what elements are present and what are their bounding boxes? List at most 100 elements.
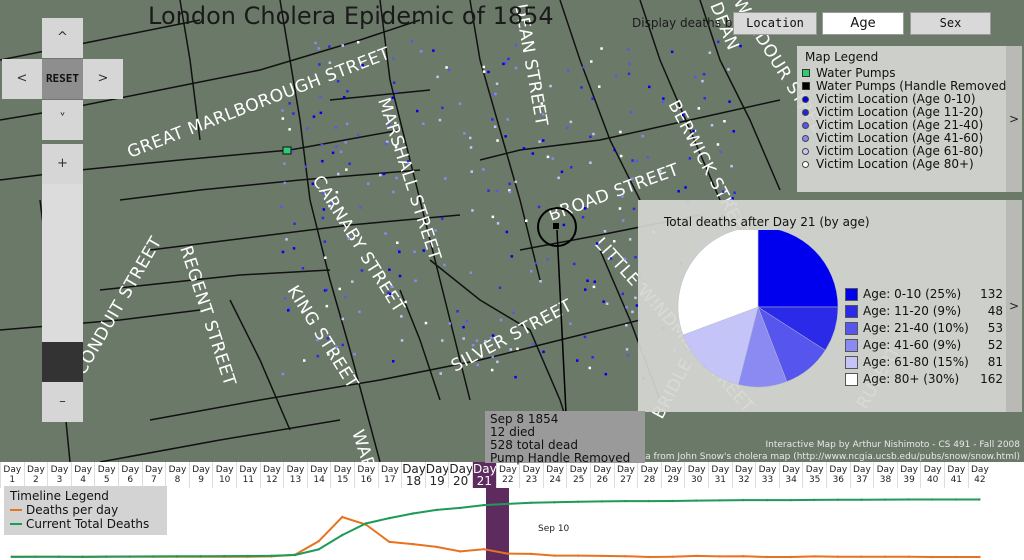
victim-marker xyxy=(341,44,344,47)
day-cell[interactable]: Day 12 xyxy=(259,462,284,488)
pan-down-button[interactable]: ˅ xyxy=(42,100,83,140)
victim-marker xyxy=(281,109,284,112)
day-cell[interactable]: Day 15 xyxy=(330,462,354,488)
day-cell[interactable]: Day 23 xyxy=(519,462,543,488)
victim-marker xyxy=(721,190,725,193)
victim-marker xyxy=(283,162,286,165)
day-cell[interactable]: Day 38 xyxy=(873,462,897,488)
day-cell[interactable]: Day 19 xyxy=(424,462,450,488)
timeline-point xyxy=(270,554,273,557)
victim-marker xyxy=(546,258,549,261)
day-cell[interactable]: Day 31 xyxy=(708,462,732,488)
day-cell[interactable]: Day 8 xyxy=(165,462,189,488)
age-button[interactable]: Age xyxy=(822,12,904,35)
day-cell[interactable]: Day 27 xyxy=(613,462,638,488)
victim-marker xyxy=(471,209,474,212)
timeline-point xyxy=(907,555,910,558)
pie-swatch-icon xyxy=(845,356,858,369)
day-cell[interactable]: Day 25 xyxy=(566,462,590,488)
victim-marker xyxy=(504,61,508,65)
day-cell[interactable]: Day 11 xyxy=(236,462,260,488)
legend-toggle-tab[interactable]: > xyxy=(1006,46,1022,192)
day-cell[interactable]: Day 6 xyxy=(118,462,142,488)
victim-marker xyxy=(407,159,410,163)
victim-marker xyxy=(311,182,315,185)
victim-marker xyxy=(281,117,285,120)
timeline-point xyxy=(789,555,792,559)
day-cell[interactable]: Day 7 xyxy=(141,462,166,488)
victim-marker xyxy=(576,359,579,362)
day-cell[interactable]: Day 35 xyxy=(802,462,826,488)
day-cell[interactable]: Day 5 xyxy=(94,462,118,488)
victim-marker xyxy=(413,250,416,254)
zoom-out-button[interactable]: – xyxy=(42,382,83,422)
pie-value-label: 162 xyxy=(980,372,1003,386)
day-cell[interactable]: Day 4 xyxy=(70,462,95,488)
day-cell[interactable]: Day 20 xyxy=(448,462,473,488)
day-cell[interactable]: Day 17 xyxy=(377,462,402,488)
zoom-slider-handle[interactable] xyxy=(42,342,83,382)
day-cell[interactable]: Day 30 xyxy=(684,462,708,488)
day-cell[interactable]: Day 2 xyxy=(23,462,48,488)
pan-up-button[interactable]: ^ xyxy=(42,18,83,58)
day-cell[interactable]: Day 16 xyxy=(354,462,378,488)
day-cell[interactable]: Day 37 xyxy=(849,462,874,488)
day-cell[interactable]: Day 26 xyxy=(590,462,614,488)
zoom-slider-track[interactable] xyxy=(42,184,83,342)
pie-panel-toggle-tab[interactable]: > xyxy=(1006,200,1022,412)
victim-marker xyxy=(716,143,720,146)
timeline-point xyxy=(411,512,415,515)
victim-marker xyxy=(281,372,285,376)
day-cell[interactable]: Day 9 xyxy=(188,462,213,488)
day-cell[interactable]: Day 42 xyxy=(967,462,992,488)
pie-category-label: Age: 61-80 (15%) xyxy=(863,355,969,369)
day-selector[interactable]: Day 1 Day 2 Day 3 Day 4 Day 5 Day 6 Day 7 Day 8 Day 9 Day 1… xyxy=(0,462,1024,488)
day-cell[interactable]: Day 34 xyxy=(778,462,803,488)
pie-chart-title: Total deaths after Day 21 (by age) xyxy=(664,215,870,229)
timeline-point xyxy=(482,503,485,507)
day-cell[interactable]: Day 1 xyxy=(0,462,24,488)
day-cell[interactable]: Day 39 xyxy=(896,462,921,488)
day-cell[interactable]: Day 28 xyxy=(637,462,661,488)
timeline-point xyxy=(341,515,344,519)
day-cell[interactable]: Day 33 xyxy=(755,462,779,488)
victim-marker xyxy=(589,161,592,164)
victim-marker xyxy=(598,85,601,88)
day-cell[interactable]: Day 29 xyxy=(660,462,685,488)
day-cell[interactable]: Day 21 xyxy=(472,462,497,488)
victim-marker xyxy=(345,168,348,171)
day-cell[interactable]: Day 32 xyxy=(731,462,756,488)
day-cell[interactable]: Day 40 xyxy=(920,462,944,488)
day-cell[interactable]: Day 10 xyxy=(212,462,236,488)
day-cell[interactable]: Day 18 xyxy=(401,462,426,488)
day-cell[interactable]: Day 24 xyxy=(542,462,567,488)
day-cell[interactable]: Day 14 xyxy=(306,462,331,488)
victim-marker xyxy=(491,215,495,219)
day-cell[interactable]: Day 41 xyxy=(944,462,968,488)
timeline[interactable]: Day 1 Day 2 Day 3 Day 4 Day 5 Day 6 Day 7 Day 8 Day 9 Day 1… xyxy=(0,462,1024,560)
victim-marker xyxy=(447,68,451,72)
sex-button[interactable]: Sex xyxy=(910,12,991,35)
victim-marker xyxy=(592,132,595,136)
victim-marker xyxy=(586,279,589,282)
day-cell[interactable]: Day 13 xyxy=(283,462,307,488)
victim-marker xyxy=(702,72,706,76)
day-cell[interactable]: Day 22 xyxy=(495,462,520,488)
timeline-point xyxy=(718,555,721,558)
pan-right-button[interactable]: > xyxy=(83,59,123,99)
water-pump-icon[interactable] xyxy=(282,146,292,155)
victim-marker xyxy=(323,240,327,243)
location-button[interactable]: Location xyxy=(733,12,817,35)
reset-button[interactable]: RESET xyxy=(42,59,83,99)
zoom-in-button[interactable]: + xyxy=(42,144,83,184)
water-pump-removed-icon[interactable] xyxy=(553,223,559,229)
timeline-point xyxy=(388,540,391,544)
day-cell[interactable]: Day 3 xyxy=(47,462,71,488)
timeline-point xyxy=(506,502,509,506)
victim-marker xyxy=(476,363,479,367)
day-cell[interactable]: Day 36 xyxy=(826,462,850,488)
pan-left-button[interactable]: < xyxy=(2,59,42,99)
victim-marker xyxy=(339,150,343,154)
victim-marker xyxy=(438,118,442,122)
pie-slice[interactable] xyxy=(757,230,839,308)
